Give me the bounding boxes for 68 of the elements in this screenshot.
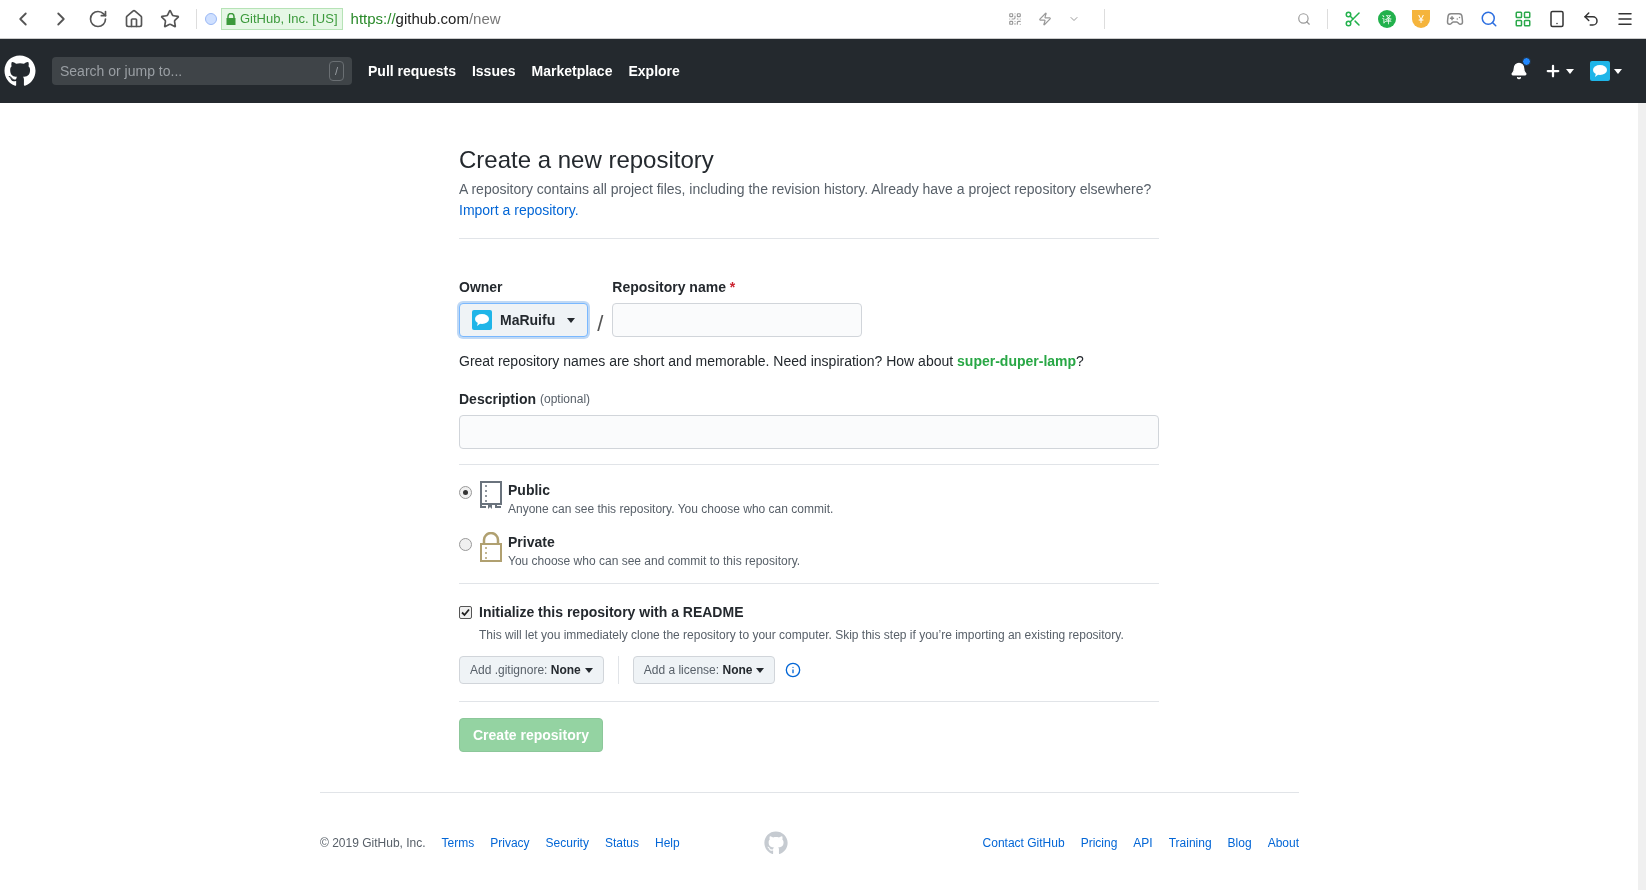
caret-icon: [1566, 68, 1574, 74]
footer-link[interactable]: Security: [545, 834, 589, 852]
optional-note: (optional): [540, 391, 591, 408]
footer-link[interactable]: Help: [654, 834, 680, 852]
book-icon: [479, 480, 503, 510]
home-icon[interactable]: [124, 9, 144, 29]
page-title: Create a new repository: [459, 145, 715, 175]
lightning-icon[interactable]: [1038, 12, 1052, 26]
star-icon[interactable]: [160, 9, 180, 29]
gamepad-icon[interactable]: [1446, 10, 1464, 28]
readme-label: Initialize this repository with a README: [479, 603, 744, 622]
footer-link[interactable]: Blog: [1227, 834, 1252, 852]
footer-link[interactable]: Training: [1168, 834, 1212, 852]
import-link[interactable]: Import a repository.: [459, 200, 579, 221]
readme-checkbox[interactable]: [459, 606, 472, 619]
owner-label: Owner: [459, 278, 504, 297]
nav-link[interactable]: Explore: [628, 60, 680, 82]
option-title: Public: [508, 481, 551, 500]
footer-link[interactable]: About: [1267, 834, 1299, 852]
reload-icon[interactable]: [88, 9, 108, 29]
notification-bell-icon[interactable]: [1510, 62, 1528, 80]
footer-link[interactable]: API: [1133, 834, 1153, 852]
nav-link[interactable]: Marketplace: [531, 60, 613, 82]
footer-link[interactable]: Contact GitHub: [982, 834, 1065, 852]
name-hint: Great repository names are short and memorable. Need inspiration? How about super-duper-lamp?: [459, 352, 1085, 371]
menu-icon[interactable]: [1616, 10, 1634, 28]
option-title: Private: [508, 533, 556, 552]
qr-code-icon[interactable]: [1008, 12, 1022, 26]
address-url[interactable]: https://github.com/new: [350, 7, 501, 31]
caret-icon: [567, 317, 576, 323]
avatar-icon: [1590, 61, 1610, 81]
footer-link[interactable]: Status: [604, 834, 639, 852]
description-label: Description: [459, 389, 536, 409]
radio-button[interactable]: [459, 538, 472, 551]
avatar-icon: [472, 310, 492, 330]
template-dropdown[interactable]: Add .gitignore: None: [459, 656, 604, 684]
repo-name-label: Repository name *: [612, 278, 737, 297]
scissors-icon[interactable]: [1344, 10, 1362, 28]
caret-icon: [1614, 68, 1622, 74]
repo-name-input[interactable]: [612, 303, 863, 337]
shortcut-key: /: [328, 61, 344, 81]
magnifier-icon[interactable]: [1480, 10, 1498, 28]
caret-icon: [756, 668, 765, 674]
page-subtitle: A repository contains all project files, including the revision history. Already have a project repository elsewhere?: [459, 180, 1153, 199]
footer-link[interactable]: Terms: [441, 834, 475, 852]
option-description: Anyone can see this repository. You choose who can commit.: [508, 501, 834, 518]
undo-icon[interactable]: [1582, 10, 1600, 28]
lock-icon: [226, 13, 236, 25]
caret-icon: [584, 668, 593, 674]
readme-description: This will let you immediately clone the repository to your computer. Skip this step if you’re importing an existing repository.: [479, 627, 1125, 644]
grid-icon[interactable]: [1514, 10, 1532, 28]
copyright-text: © 2019 GitHub, Inc.: [320, 835, 426, 852]
info-icon[interactable]: [785, 662, 802, 678]
footer-link[interactable]: Privacy: [490, 834, 530, 852]
lock-icon: [479, 532, 503, 562]
security-badge[interactable]: GitHub, Inc. [US]: [221, 8, 343, 30]
description-input[interactable]: [459, 415, 1159, 449]
separator-slash: /: [597, 310, 604, 338]
option-description: You choose who can see and commit to this repository.: [508, 553, 801, 570]
plus-icon[interactable]: [1544, 62, 1562, 80]
tablet-icon[interactable]: [1548, 10, 1566, 28]
radio-button[interactable]: [459, 486, 472, 499]
owner-select[interactable]: MaRuifu: [459, 303, 589, 337]
github-logo-icon[interactable]: [4, 55, 36, 87]
nav-link[interactable]: Pull requests: [368, 60, 456, 82]
template-dropdown[interactable]: Add a license: None: [632, 656, 776, 684]
footer-link[interactable]: Pricing: [1080, 834, 1118, 852]
nav-link[interactable]: Issues: [471, 60, 516, 82]
